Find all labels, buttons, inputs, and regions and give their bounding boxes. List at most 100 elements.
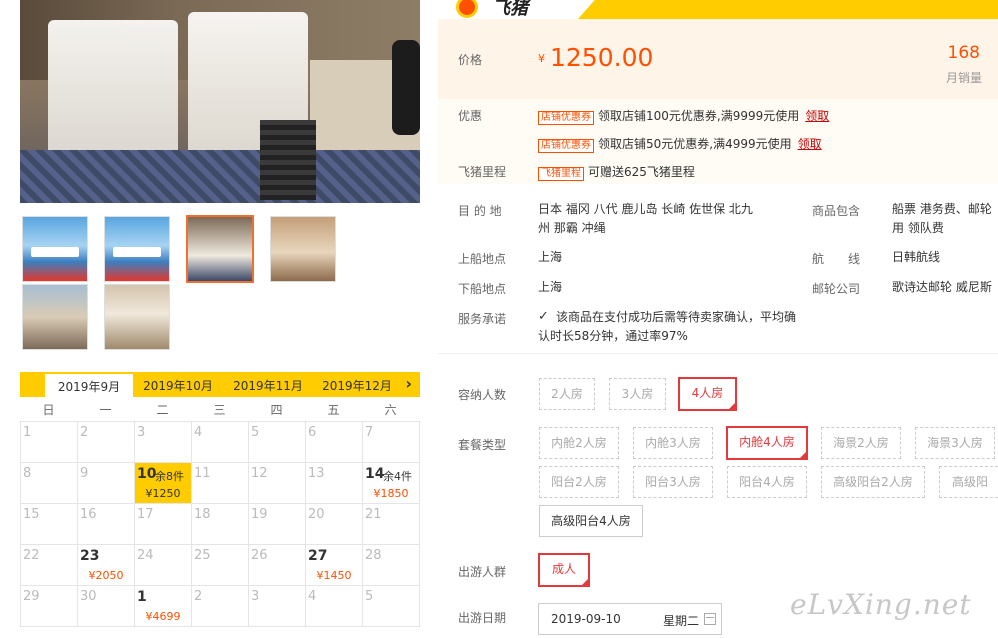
calendar-day: 3 xyxy=(249,586,306,627)
calendar-day: 13 xyxy=(306,463,363,504)
package-option[interactable]: 内舱2人房 xyxy=(539,427,619,459)
board-value: 上海 xyxy=(538,250,563,264)
currency-symbol: ¥ xyxy=(538,52,545,65)
calendar-day: 30 xyxy=(78,586,135,627)
day-price: ¥1850 xyxy=(373,487,409,500)
package-option[interactable]: 海景2人房 xyxy=(821,427,901,459)
calendar-day: 16 xyxy=(78,504,135,545)
day-number: 26 xyxy=(251,548,268,563)
weekday: 六 xyxy=(384,403,397,417)
package-option[interactable]: 高级阳台4人房 xyxy=(539,505,643,537)
calendar-week-row: 22 23 ¥2050 24 25 26 27 ¥1450 28 xyxy=(21,545,420,586)
day-number: 5 xyxy=(365,589,374,604)
thumbnail-5[interactable] xyxy=(22,284,88,350)
day-number: 24 xyxy=(137,548,154,563)
day-number: 7 xyxy=(365,425,374,440)
package-option[interactable]: 高级阳台2人房 xyxy=(821,466,925,498)
calendar-month-tabs: 2019年9月 2019年10月 2019年11月 2019年12月 › xyxy=(20,372,420,397)
day-number: 21 xyxy=(365,507,382,522)
day-number: 23 xyxy=(80,548,100,564)
capacity-option-4-selected[interactable]: 4人房 xyxy=(678,377,737,411)
service-line-2: 认时长58分钟，通过率97% xyxy=(538,329,688,343)
calendar-day: 3 xyxy=(135,422,192,463)
day-price: ¥2050 xyxy=(88,569,124,582)
day-number: 22 xyxy=(23,548,40,563)
tab-month-2[interactable]: 2019年11月 xyxy=(223,372,313,397)
mileage-row: 飞猪里程 可赠送625飞猪里程 xyxy=(538,163,695,181)
capacity-option-2[interactable]: 2人房 xyxy=(539,378,595,410)
destination-line-1: 日本 福冈 八代 鹿儿岛 长崎 佐世保 北九 xyxy=(538,202,753,216)
thumbnail-4[interactable] xyxy=(270,216,336,282)
calendar-day: 5 xyxy=(363,586,420,627)
calendar-day: 17 xyxy=(135,504,192,545)
claim-coupon-link[interactable]: 领取 xyxy=(798,137,822,151)
travel-date-input[interactable]: 2019-09-10 星期二 xyxy=(538,603,722,635)
calendar-day: 28 xyxy=(363,545,420,586)
day-number: 4 xyxy=(308,589,317,604)
capacity-option-3[interactable]: 3人房 xyxy=(609,378,666,410)
package-option-selected[interactable]: 内舱4人房 xyxy=(726,426,808,460)
day-number: 20 xyxy=(308,507,325,522)
day-number: 2 xyxy=(194,589,203,604)
calendar-day-available[interactable]: 23 ¥2050 xyxy=(78,545,135,586)
promotion-panel: 优惠 店铺优惠券 领取店铺100元优惠券,满9999元使用 领取 店铺优惠券 领取店铺… xyxy=(438,99,998,184)
day-number: 10 xyxy=(137,466,157,482)
thumbnail-6[interactable] xyxy=(104,284,170,350)
tab-month-1[interactable]: 2019年10月 xyxy=(133,372,223,397)
weekday: 四 xyxy=(270,403,283,417)
chevron-right-icon[interactable]: › xyxy=(405,374,412,393)
calendar-day-available[interactable]: 27 ¥1450 xyxy=(306,545,363,586)
calendar-day: 20 xyxy=(306,504,363,545)
thumbnail-1[interactable] xyxy=(22,216,88,282)
day-number: 11 xyxy=(194,466,211,481)
mileage-text: 可赠送625飞猪里程 xyxy=(588,165,695,179)
thumbnail-2[interactable] xyxy=(104,216,170,282)
tab-month-0[interactable]: 2019年9月 xyxy=(45,372,133,397)
board-label: 上船地点 xyxy=(458,252,507,266)
calendar-icon[interactable] xyxy=(704,613,716,625)
day-number: 6 xyxy=(308,425,317,440)
claim-coupon-link[interactable]: 领取 xyxy=(805,109,829,123)
calendar-day: 2 xyxy=(78,422,135,463)
calendar-day: 29 xyxy=(21,586,78,627)
calendar-day: 4 xyxy=(306,586,363,627)
calendar-day: 19 xyxy=(249,504,306,545)
day-number: 12 xyxy=(251,466,268,481)
weekday: 一 xyxy=(99,403,112,417)
day-number: 30 xyxy=(80,589,97,604)
crowd-option-adult-selected[interactable]: 成人 xyxy=(538,553,590,587)
check-circle-icon: ✓ xyxy=(538,309,549,324)
route-value: 日韩航线 xyxy=(892,250,941,264)
tab-month-3[interactable]: 2019年12月 xyxy=(313,372,401,397)
day-number: 3 xyxy=(251,589,260,604)
package-option[interactable]: 阳台2人房 xyxy=(539,466,619,498)
calendar-day: 11 xyxy=(192,463,249,504)
package-option-cropped[interactable]: 高级阳 xyxy=(939,466,998,498)
package-option[interactable]: 内舱3人房 xyxy=(633,427,713,459)
calendar-day-available[interactable]: 1 ¥4699 xyxy=(135,586,192,627)
calendar-day-available[interactable]: 14 余4件 ¥1850 xyxy=(363,463,420,504)
calendar-day: 2 xyxy=(192,586,249,627)
package-option[interactable]: 海景3人房 xyxy=(915,427,995,459)
alight-value: 上海 xyxy=(538,280,563,294)
destination-line-2: 州 那霸 冲绳 xyxy=(538,221,606,235)
mileage-label: 飞猪里程 xyxy=(458,165,507,179)
calendar-day: 21 xyxy=(363,504,420,545)
calendar-grid: 1 2 3 4 5 6 7 8 9 10 余8件 ¥1250 11 12 13 14 余4件 ¥1850 15 16 1… xyxy=(20,421,420,627)
thumbnail-3-active[interactable] xyxy=(186,215,254,283)
calendar-day-selected[interactable]: 10 余8件 ¥1250 xyxy=(135,463,192,504)
package-option[interactable]: 阳台3人房 xyxy=(633,466,713,498)
package-option[interactable]: 阳台4人房 xyxy=(727,466,807,498)
day-number: 1 xyxy=(23,425,32,440)
day-number: 1 xyxy=(137,589,147,605)
crowd-label: 出游人群 xyxy=(458,565,507,579)
weekday: 三 xyxy=(213,403,226,417)
calendar-day: 25 xyxy=(192,545,249,586)
price-value: 1250.00 xyxy=(550,43,654,72)
day-number: 13 xyxy=(308,466,325,481)
day-number: 16 xyxy=(80,507,97,522)
main-cabin-photo xyxy=(20,0,420,203)
day-price: ¥1450 xyxy=(316,569,352,582)
divider xyxy=(438,353,998,354)
calendar-day: 24 xyxy=(135,545,192,586)
